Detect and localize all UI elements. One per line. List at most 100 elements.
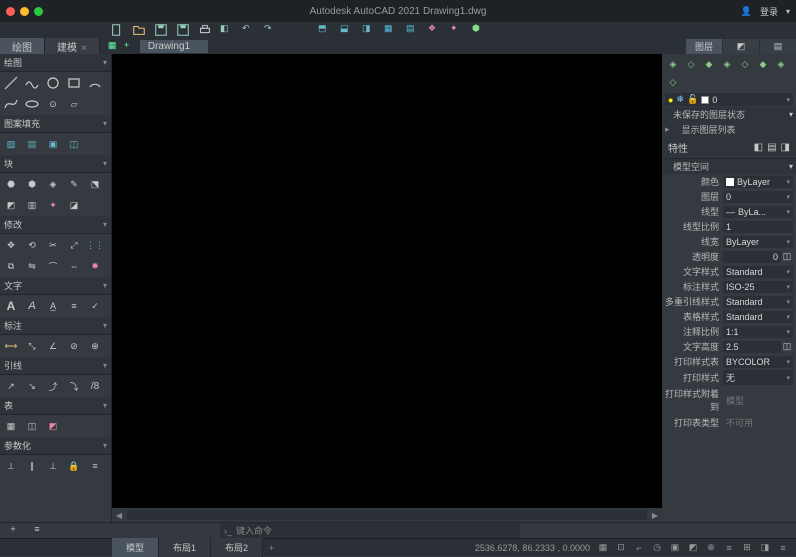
redo-icon[interactable]: ↷	[264, 23, 278, 37]
new-tab-icon[interactable]: +	[124, 40, 136, 52]
leader-5[interactable]: /8	[86, 377, 104, 395]
create-block-tool[interactable]: ⬢	[23, 175, 41, 193]
tab-close-icon[interactable]: ×	[81, 43, 87, 54]
gradient-tool[interactable]: ▤	[23, 135, 41, 153]
tab-model[interactable]: 建模×	[45, 38, 100, 55]
circle-tool[interactable]	[44, 74, 62, 92]
prop-color[interactable]: ByLayer	[723, 176, 793, 188]
table-3[interactable]: ◩	[44, 417, 62, 435]
edit-block-tool[interactable]: ◈	[44, 175, 62, 193]
palette-text-header[interactable]: 文字▾	[0, 277, 111, 295]
param-2[interactable]: ∥	[23, 457, 41, 475]
rtab-3[interactable]: ▤	[760, 39, 796, 54]
palette-menu[interactable]: ≡	[28, 520, 46, 522]
palette-modify-header[interactable]: 修改▾	[0, 216, 111, 234]
block-6[interactable]: ◩	[2, 196, 20, 214]
show-layer-list[interactable]: 显示图层列表	[674, 123, 793, 136]
window-zoom-dot[interactable]	[34, 7, 43, 16]
rotate-tool[interactable]: ⟲	[23, 236, 41, 254]
explode-tool[interactable]: ✸	[86, 257, 104, 275]
leader-2[interactable]: ↘	[23, 377, 41, 395]
prop-annoscale[interactable]: 1:1	[723, 326, 793, 338]
fillet-tool[interactable]: ⌒	[44, 257, 62, 275]
mtext-tool[interactable]: A	[2, 297, 20, 315]
spline-tool[interactable]	[2, 95, 20, 113]
transparency-picker-icon[interactable]: ◫	[781, 251, 793, 262]
saveas-icon[interactable]	[176, 23, 190, 37]
prop-plotstyle2[interactable]: 无	[723, 370, 793, 385]
file-tab[interactable]: Drawing1	[140, 40, 208, 53]
login-dropdown-icon[interactable]: ▾	[786, 7, 790, 16]
status-snap-icon[interactable]: ⊡	[614, 541, 628, 555]
open-icon[interactable]	[132, 23, 146, 37]
palette-hatch-header[interactable]: 图案填充▾	[0, 115, 111, 133]
plot-icon[interactable]: ◧	[220, 23, 234, 37]
textheight-picker-icon[interactable]: ◫	[781, 341, 793, 352]
prop-lweight[interactable]: ByLayer	[723, 236, 793, 248]
rectangle-tool[interactable]	[65, 74, 83, 92]
prop-ltscale[interactable]: 1	[723, 221, 793, 233]
current-layer-dropdown[interactable]: ● ❄ 🔓 0	[665, 93, 793, 106]
toolicon-7[interactable]: ✦	[450, 23, 464, 37]
leader-4[interactable]: ⤵	[65, 377, 83, 395]
tab-layout2[interactable]: 布局2	[211, 538, 263, 557]
palette-block-header[interactable]: 块▾	[0, 155, 111, 173]
dim-radius-tool[interactable]: ⊘	[65, 337, 83, 355]
layer-state-unsaved[interactable]: 未保存的图层状态	[665, 108, 789, 121]
status-3dosnap-icon[interactable]: ◩	[686, 541, 700, 555]
status-last-icon[interactable]: ◨	[758, 541, 772, 555]
user-icon[interactable]: 👤	[741, 6, 752, 17]
print-icon[interactable]	[198, 23, 212, 37]
toolicon-2[interactable]: ⬓	[340, 23, 354, 37]
param-lock[interactable]: 🔒	[65, 457, 83, 475]
arc-tool[interactable]	[86, 74, 104, 92]
window-grid-icon[interactable]: ▦	[108, 40, 120, 52]
window-close-dot[interactable]	[6, 7, 15, 16]
scale-tool[interactable]: ⤢	[65, 236, 83, 254]
tab-modelspace[interactable]: 模型	[112, 538, 159, 557]
save-icon[interactable]	[154, 23, 168, 37]
status-grid-icon[interactable]: ▦	[596, 541, 610, 555]
add-layout-icon[interactable]: +	[263, 543, 280, 553]
region-tool[interactable]: ▱	[65, 95, 83, 113]
toolicon-4[interactable]: ▦	[384, 23, 398, 37]
table-2[interactable]: ◫	[23, 417, 41, 435]
block-5[interactable]: ⬔	[86, 175, 104, 193]
status-lwt-icon[interactable]: ≡	[722, 541, 736, 555]
tab-draw[interactable]: 绘图	[0, 38, 45, 55]
hatch-tool[interactable]: ▨	[2, 135, 20, 153]
toolicon-3[interactable]: ◨	[362, 23, 376, 37]
boundary-tool[interactable]: ▣	[44, 135, 62, 153]
status-polar-icon[interactable]: ◷	[650, 541, 664, 555]
layer-icon-5[interactable]: ◇	[738, 57, 752, 71]
palette-dim-header[interactable]: 标注▾	[0, 317, 111, 335]
dim-center-tool[interactable]: ⊕	[86, 337, 104, 355]
polyline-tool[interactable]	[23, 74, 41, 92]
param-1[interactable]: ⟂	[2, 457, 20, 475]
status-menu-icon[interactable]: ≡	[776, 541, 790, 555]
layer-icon-1[interactable]: ◈	[666, 57, 680, 71]
status-tpy-icon[interactable]: ⊞	[740, 541, 754, 555]
props-icon-3[interactable]: ◨	[781, 142, 790, 153]
palette-draw-header[interactable]: 绘图▾	[0, 54, 111, 72]
ellipse-tool[interactable]	[23, 95, 41, 113]
login-button[interactable]: 登录	[760, 5, 778, 18]
scroll-left-icon[interactable]: ◀	[112, 508, 126, 522]
command-input[interactable]: ›_ 键入命令	[220, 523, 520, 538]
tab-layout1[interactable]: 布局1	[159, 538, 211, 557]
horizontal-scrollbar[interactable]	[127, 510, 647, 520]
textstyle-tool[interactable]: A̲	[44, 297, 62, 315]
text-tool[interactable]: A	[23, 297, 41, 315]
hatch-edit-tool[interactable]: ◫	[65, 135, 83, 153]
scroll-right-icon[interactable]: ▶	[648, 508, 662, 522]
palette-param-header[interactable]: 参数化▾	[0, 437, 111, 455]
prop-layer[interactable]: 0	[723, 191, 793, 203]
param-3[interactable]: ⊥	[44, 457, 62, 475]
block-8[interactable]: ✦	[44, 196, 62, 214]
dim-angular-tool[interactable]: ∠	[44, 337, 62, 355]
param-5[interactable]: ≡	[86, 457, 104, 475]
array-tool[interactable]: ⋮⋮	[86, 236, 104, 254]
mleader-tool[interactable]: ↗	[2, 377, 20, 395]
toolicon-6[interactable]: ❖	[428, 23, 442, 37]
props-icon-1[interactable]: ◧	[754, 142, 763, 153]
